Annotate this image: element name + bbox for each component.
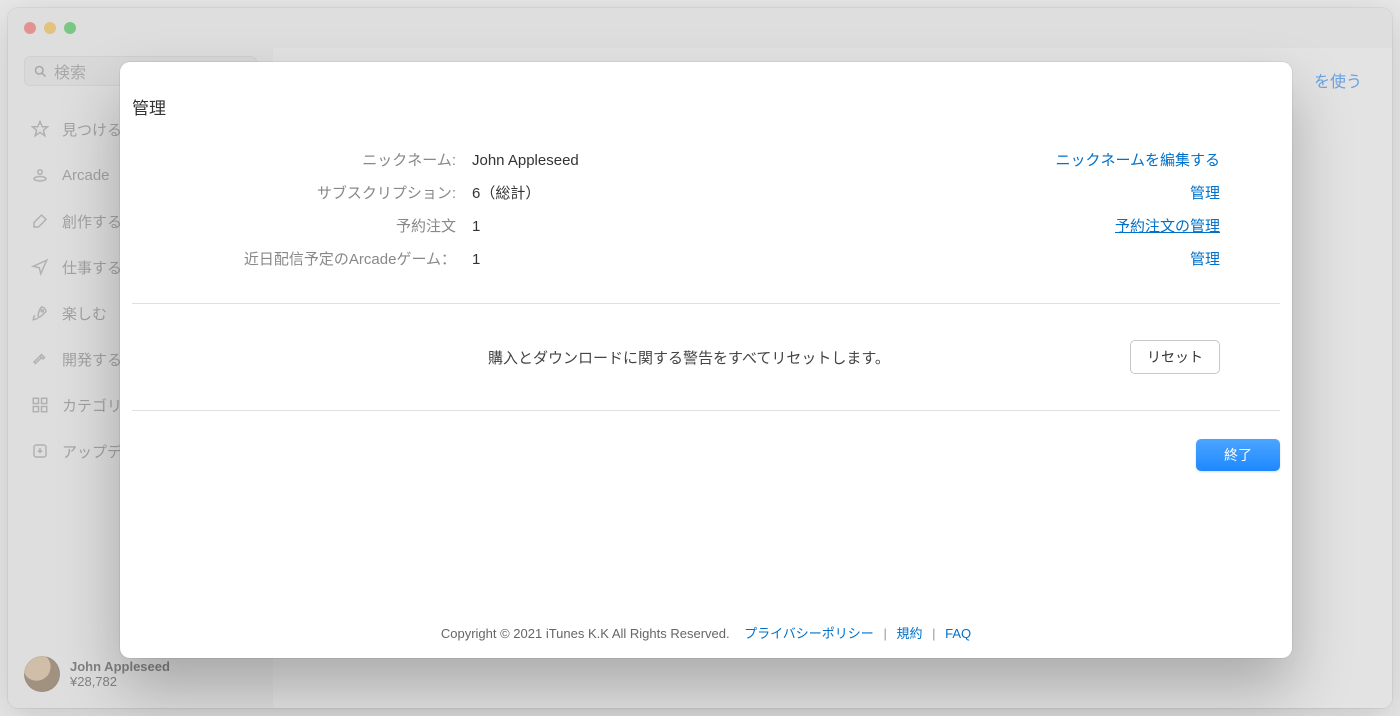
minimize-window-button[interactable] <box>44 22 56 34</box>
hammer-icon <box>30 349 50 369</box>
manage-subscriptions-link[interactable]: 管理 <box>1190 182 1280 203</box>
manage-arcade-link[interactable]: 管理 <box>1190 248 1280 269</box>
sidebar-item-label: 見つける <box>62 119 122 140</box>
edit-nickname-link[interactable]: ニックネームを編集する <box>1055 149 1280 170</box>
row-arcade-upcoming: 近日配信予定のArcadeゲーム： 1 管理 <box>132 242 1280 275</box>
row-nickname: ニックネーム: John Appleseed ニックネームを編集する <box>132 143 1280 176</box>
close-window-button[interactable] <box>24 22 36 34</box>
terms-link[interactable]: 規約 <box>896 626 922 641</box>
brush-icon <box>30 211 50 231</box>
arcade-icon <box>30 165 50 185</box>
value-subscriptions: 6（総計） <box>472 182 540 203</box>
row-subscriptions: サブスクリプション: 6（総計） 管理 <box>132 176 1280 209</box>
search-placeholder: 検索 <box>54 59 86 83</box>
label-preorders: 予約注文 <box>132 215 472 236</box>
faq-link[interactable]: FAQ <box>945 626 971 641</box>
paperplane-icon <box>30 257 50 277</box>
modal-title: 管理 <box>126 94 1286 143</box>
sidebar-item-label: 楽しむ <box>62 303 107 324</box>
sidebar-item-label: 開発する <box>62 349 122 370</box>
separator: | <box>932 626 935 641</box>
reset-button[interactable]: リセット <box>1130 340 1220 374</box>
top-right-link[interactable]: を使う <box>1314 68 1362 92</box>
copyright-text: Copyright © 2021 iTunes K.K All Rights R… <box>441 626 730 641</box>
download-icon <box>30 441 50 461</box>
sidebar-item-label: カテゴリ <box>62 395 122 416</box>
value-nickname: John Appleseed <box>472 152 579 169</box>
label-arcade-upcoming: 近日配信予定のArcadeゲーム： <box>132 248 472 269</box>
manage-modal: 管理 ニックネーム: John Appleseed ニックネームを編集する サブ… <box>120 62 1292 658</box>
done-button[interactable]: 終了 <box>1196 439 1280 471</box>
privacy-policy-link[interactable]: プライバシーポリシー <box>744 626 874 641</box>
avatar <box>24 656 60 692</box>
row-preorders: 予約注文 1 予約注文の管理 <box>132 209 1280 242</box>
value-arcade-upcoming: 1 <box>472 251 480 268</box>
search-icon <box>33 64 48 79</box>
value-preorders: 1 <box>472 218 480 235</box>
modal-footer: Copyright © 2021 iTunes K.K All Rights R… <box>120 609 1292 658</box>
rocket-icon <box>30 303 50 323</box>
reset-warnings-text: 購入とダウンロードに関する警告をすべてリセットします。 <box>488 347 890 368</box>
sidebar-item-label: 創作する <box>62 211 122 232</box>
sidebar-item-label: 仕事する <box>62 257 122 278</box>
separator: | <box>883 626 886 641</box>
divider <box>132 303 1280 304</box>
user-balance: ¥28,782 <box>70 674 170 689</box>
label-subscriptions: サブスクリプション: <box>132 182 472 203</box>
reset-section: 購入とダウンロードに関する警告をすべてリセットします。 リセット <box>132 332 1280 382</box>
maximize-window-button[interactable] <box>64 22 76 34</box>
star-icon <box>30 119 50 139</box>
sidebar-item-label: Arcade <box>62 167 110 184</box>
divider <box>132 410 1280 411</box>
manage-preorders-link[interactable]: 予約注文の管理 <box>1115 215 1280 236</box>
titlebar <box>8 8 1392 48</box>
label-nickname: ニックネーム: <box>132 149 472 170</box>
user-name: John Appleseed <box>70 659 170 674</box>
grid-icon <box>30 395 50 415</box>
